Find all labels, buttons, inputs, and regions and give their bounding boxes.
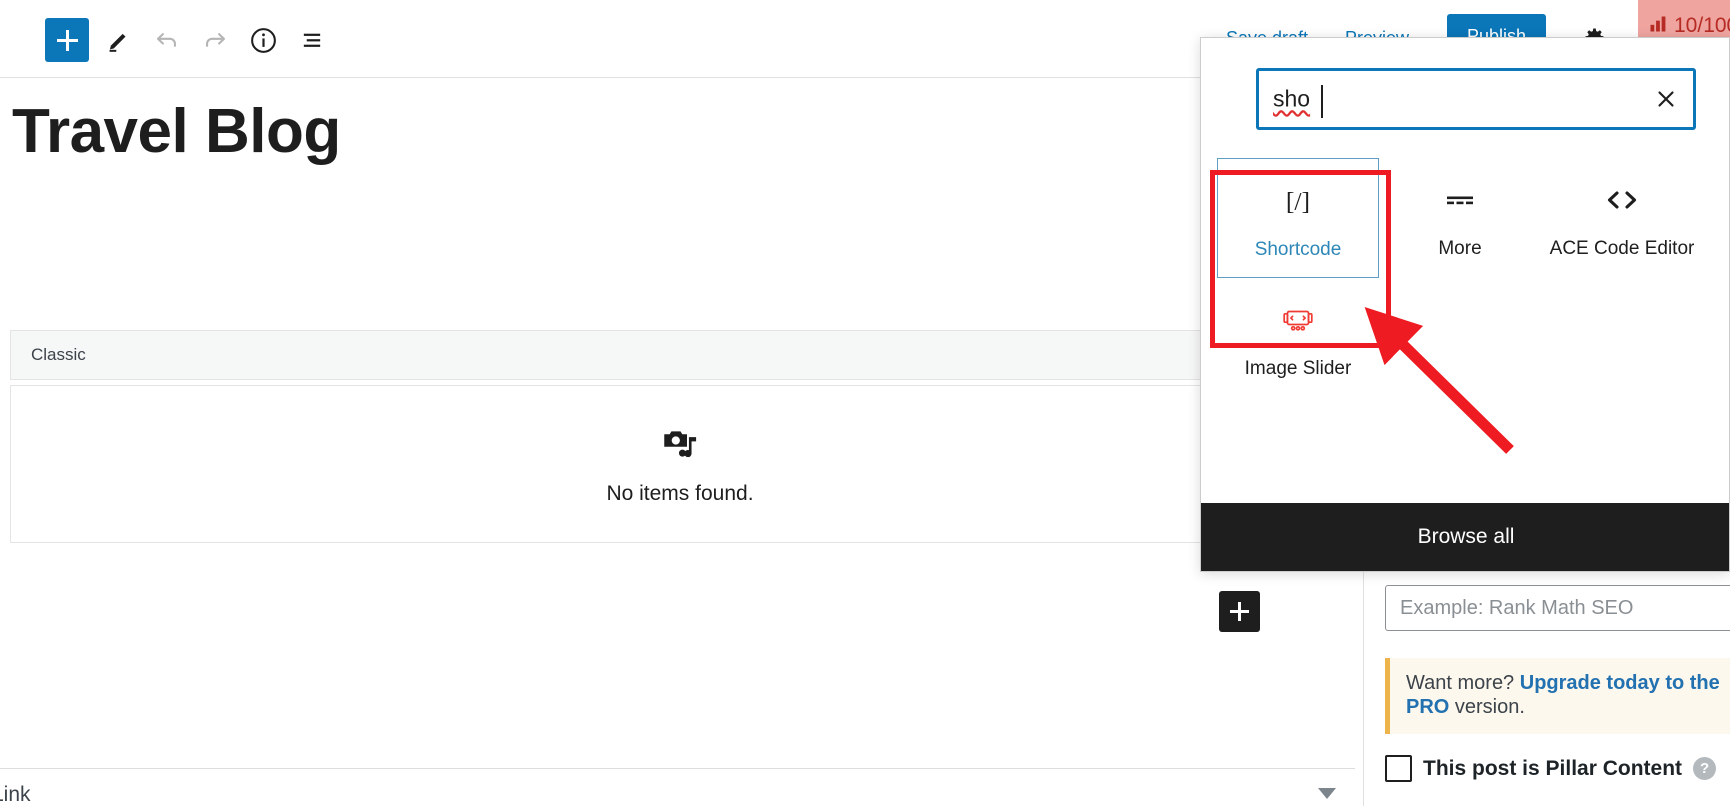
help-icon[interactable]: ? — [1693, 757, 1717, 780]
block-item-label: Image Slider — [1244, 358, 1352, 380]
editor-footer-divider — [0, 768, 1355, 769]
shortcode-icon: [/] — [1279, 181, 1317, 221]
post-details-button[interactable] — [241, 18, 285, 62]
block-search-value: sho — [1273, 85, 1311, 112]
list-view-button[interactable] — [290, 18, 334, 62]
block-item-image-slider[interactable]: Image Slider — [1217, 278, 1379, 396]
pillar-content-row: This post is Pillar Content ? — [1385, 755, 1717, 782]
media-library-empty-state: No items found. — [10, 385, 1350, 543]
classic-block-label: Classic — [31, 345, 86, 364]
inline-add-block-button[interactable] — [1219, 591, 1260, 632]
text-caret — [1321, 85, 1323, 118]
redo-icon — [201, 26, 229, 54]
redo-button[interactable] — [193, 18, 237, 62]
block-results-grid: [/] Shortcode More ACE Code Editor Image… — [1217, 158, 1717, 397]
block-inserter-popover: sho [/] Shortcode More ACE Code Editor I… — [1200, 37, 1730, 572]
list-view-icon — [298, 26, 326, 54]
notice-prefix: Want more? — [1406, 672, 1520, 694]
block-item-more[interactable]: More — [1379, 158, 1541, 278]
block-search-wrapper: sho — [1256, 68, 1696, 130]
seo-score-value: 10/100 — [1674, 14, 1730, 37]
block-item-label: More — [1438, 238, 1482, 259]
pillar-content-checkbox[interactable] — [1385, 755, 1412, 782]
notice-suffix: version. — [1449, 696, 1525, 719]
plus-icon — [1230, 602, 1249, 621]
add-block-toggle-button[interactable] — [45, 18, 89, 62]
info-icon — [249, 26, 278, 55]
undo-button[interactable] — [145, 18, 189, 62]
pillar-content-label: This post is Pillar Content — [1423, 756, 1683, 780]
block-item-label: Shortcode — [1254, 239, 1342, 260]
classic-block-header[interactable]: Classic — [10, 330, 1350, 380]
tools-pencil-button[interactable] — [97, 18, 141, 62]
close-icon[interactable] — [1653, 86, 1679, 112]
block-results-row: Image Slider — [1217, 278, 1717, 396]
wordpress-block-editor: Save draft Preview Publish 10/100 — [0, 0, 1730, 806]
image-slider-icon — [1279, 300, 1317, 340]
more-separator-icon — [1441, 180, 1479, 220]
code-angle-brackets-icon — [1603, 180, 1641, 220]
undo-icon — [153, 26, 181, 54]
block-results-row: [/] Shortcode More ACE Code Editor — [1217, 158, 1717, 279]
block-search-input[interactable]: sho — [1256, 68, 1696, 130]
camera-music-icon — [659, 423, 701, 470]
plus-icon — [56, 29, 78, 51]
breadcrumb-link[interactable]: Link — [0, 783, 31, 806]
chevron-down-icon[interactable] — [1318, 788, 1336, 799]
upgrade-notice: Want more? Upgrade today to the PRO vers… — [1385, 658, 1730, 734]
block-item-ace-code-editor[interactable]: ACE Code Editor — [1541, 158, 1703, 278]
seo-chart-icon — [1648, 14, 1668, 39]
block-item-shortcode[interactable]: [/] Shortcode — [1217, 158, 1379, 279]
focus-keyword-input[interactable] — [1385, 585, 1730, 631]
block-item-label: ACE Code Editor — [1549, 238, 1695, 259]
browse-all-button[interactable]: Browse all — [1201, 503, 1729, 571]
pencil-icon — [106, 27, 132, 53]
svg-text:[/]: [/] — [1286, 187, 1310, 216]
no-items-found-text: No items found. — [606, 481, 754, 505]
post-title[interactable]: Travel Blog — [12, 96, 341, 167]
